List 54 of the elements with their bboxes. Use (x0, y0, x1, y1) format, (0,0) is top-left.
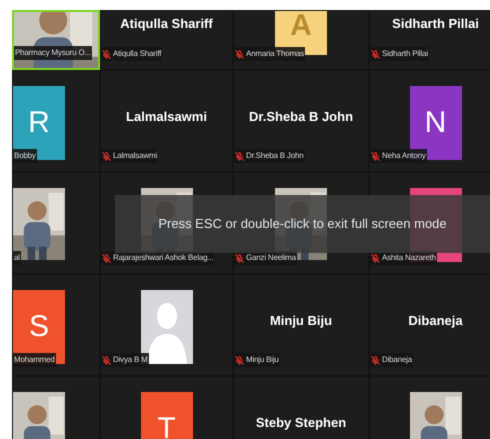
avatar-letter: N (424, 108, 446, 138)
video-tile[interactable]: T (100, 376, 233, 439)
video-tile[interactable]: Lalmalsawmi Lalmalsawmi (100, 70, 233, 172)
muted-mic-icon (102, 50, 111, 58)
video-tile[interactable]: A Anmaria Thomas (233, 10, 369, 70)
name-label: Neha Antony (370, 149, 427, 163)
name-label: Atiqulla Shariff (101, 47, 162, 61)
video-tile[interactable]: al (12, 172, 100, 274)
video-tile[interactable]: R Bobby (12, 70, 100, 172)
participant-name: Minju Biju (270, 312, 332, 330)
video-tile[interactable]: Dr.Sheba B John Dr.Sheba B John (233, 70, 369, 172)
name-label: Mohammed (13, 353, 56, 367)
muted-mic-icon (102, 254, 111, 262)
muted-mic-icon (235, 152, 244, 160)
avatar-letter: R (28, 108, 50, 138)
avatar-letter: A (290, 11, 312, 41)
video-tile[interactable]: Sidharth Pillai Sidharth Pillai (369, 10, 490, 70)
muted-mic-icon (371, 50, 380, 58)
participant-name: Lalmalsawmi (126, 108, 207, 126)
participant-name: Steby Stephen (256, 414, 346, 432)
name-label: Lalmalsawmi (101, 149, 158, 163)
video-tile[interactable]: Atiqulla Shariff Atiqulla Shariff (100, 10, 233, 70)
avatar-letter: T (157, 414, 176, 439)
video-tile[interactable]: S Mohammed (12, 274, 100, 376)
name-label: Dibaneja (370, 353, 413, 367)
name-label: Dr.Sheba B John (234, 149, 304, 163)
video-tile[interactable]: N Neha Antony (369, 70, 490, 172)
participant-name: Atiqulla Shariff (120, 15, 213, 33)
video-tile[interactable]: Dibaneja Dibaneja (369, 274, 490, 376)
participant-name: Dibaneja (408, 312, 463, 330)
video-tile[interactable]: Divya B M (100, 274, 233, 376)
muted-mic-icon (235, 254, 244, 262)
muted-mic-icon (235, 50, 244, 58)
name-label: Minju Biju (234, 353, 280, 367)
fullscreen-toast: Press ESC or double-click to exit full screen mode (115, 195, 490, 253)
name-label: Divya B M (101, 353, 149, 367)
name-label: Sidharth Pillai (370, 47, 429, 61)
muted-mic-icon (371, 356, 380, 364)
name-label: Anmaria Thomas (234, 47, 305, 61)
muted-mic-icon (102, 152, 111, 160)
name-label: Bobby (13, 149, 37, 163)
name-label: Pharmacy Mysuru O... (14, 46, 92, 60)
muted-mic-icon (235, 356, 244, 364)
muted-mic-icon (371, 152, 380, 160)
avatar-letter: S (28, 312, 49, 342)
person-silhouette-icon (140, 290, 192, 364)
video-tile[interactable]: Steby Stephen (233, 376, 369, 439)
participant-name: Dr.Sheba B John (248, 108, 354, 126)
muted-mic-icon (371, 254, 380, 262)
video-tile[interactable]: Pharmacy Mysuru O... (12, 10, 100, 70)
muted-mic-icon (102, 356, 111, 364)
video-tile[interactable]: Minju Biju Minju Biju (233, 274, 369, 376)
name-label: al (13, 251, 21, 265)
participant-name: Sidharth Pillai (392, 15, 479, 33)
